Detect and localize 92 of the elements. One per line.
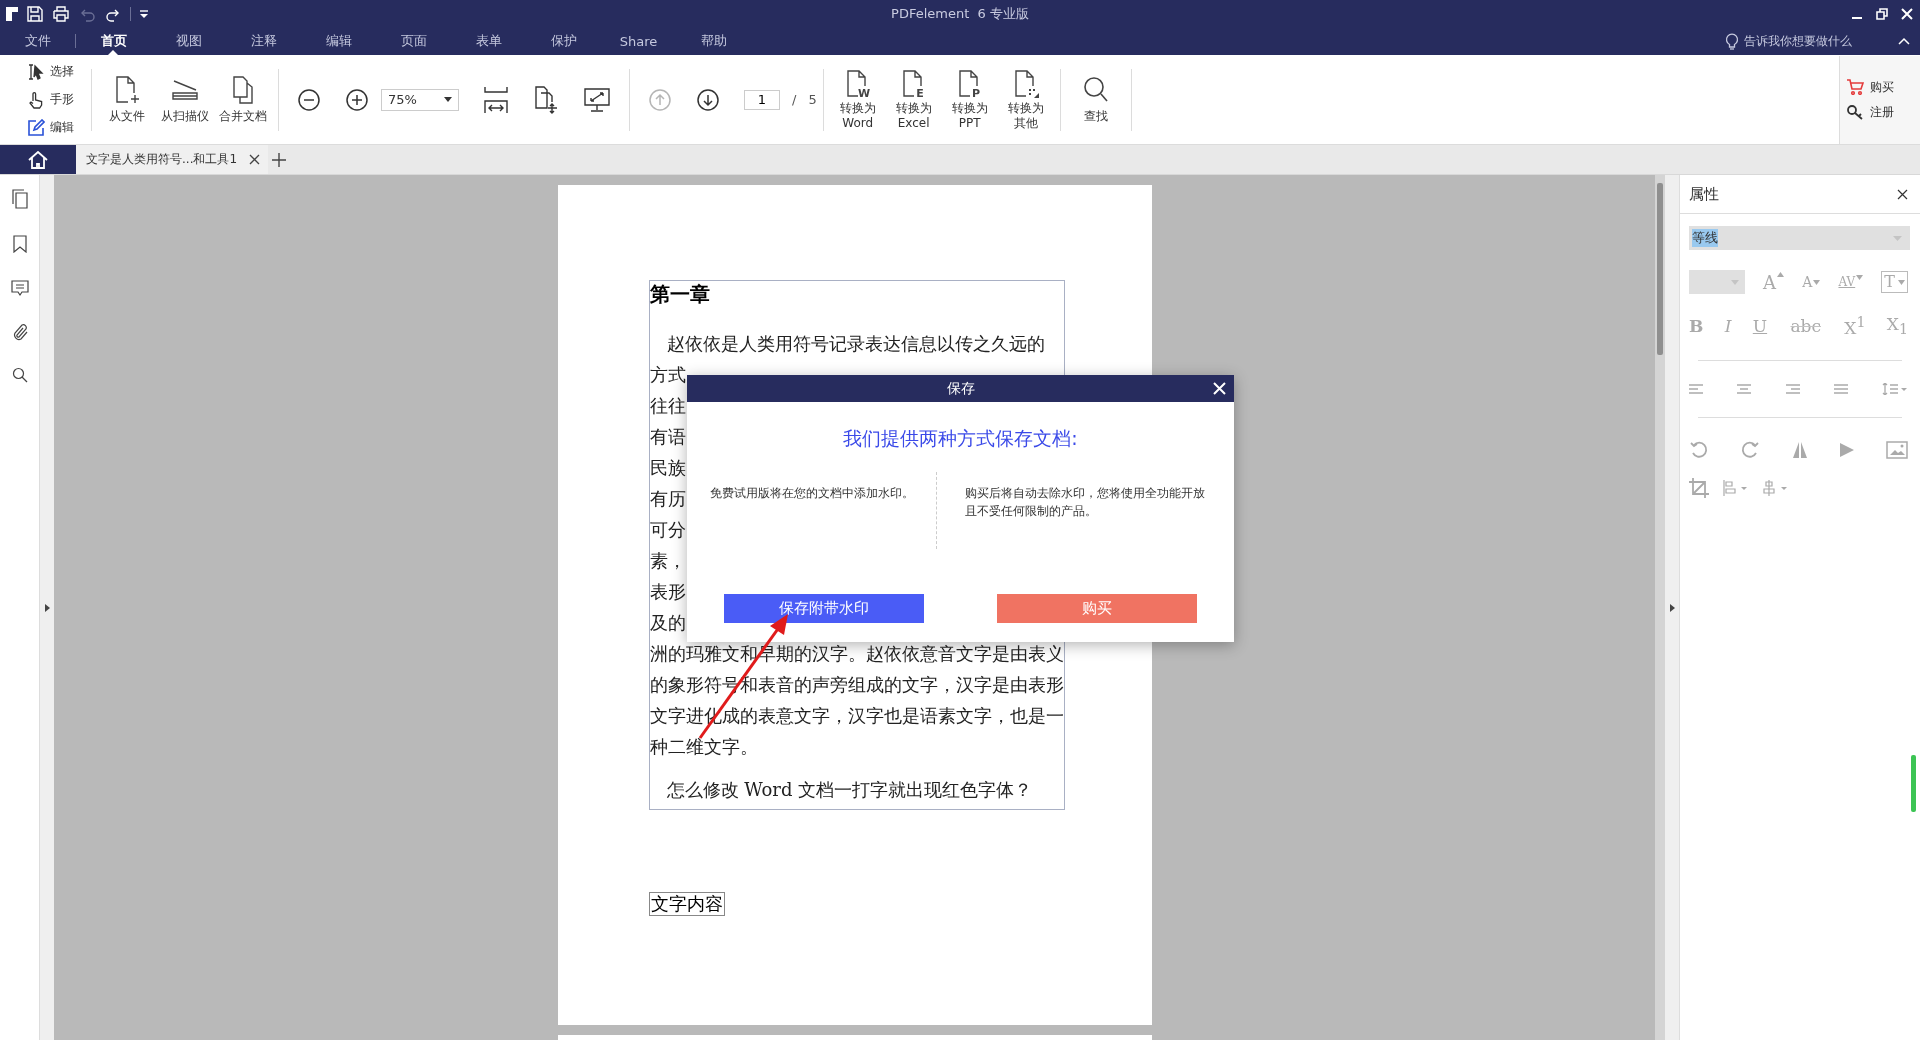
paragraph-line[interactable]: 有历 — [649, 483, 686, 514]
convert-button[interactable]: P 转换为 PPT — [941, 68, 998, 131]
up-triangle-icon — [1777, 271, 1785, 277]
find-button[interactable]: 查找 — [1066, 74, 1125, 125]
edit-tool-button[interactable]: 编辑 — [27, 115, 85, 140]
tell-me-search[interactable]: 告诉我你想要做什么 — [1744, 32, 1852, 50]
convert-button[interactable]: W 转换为 Word — [829, 68, 886, 131]
comment-icon[interactable] — [10, 279, 29, 297]
close-icon[interactable] — [249, 154, 261, 165]
two-pages-icon — [230, 74, 256, 105]
option-description: 购买后将自动去除水印，您将使用全功能开放且不受任何限制的产品。 — [965, 485, 1206, 520]
zoom-in-icon[interactable] — [345, 87, 369, 112]
restore-icon[interactable] — [1875, 6, 1889, 21]
question-line[interactable]: 怎么修改 Word 文档一打字就出现红色字体？ — [666, 774, 1033, 805]
page-move-icon[interactable] — [533, 84, 559, 115]
print-icon[interactable] — [52, 4, 70, 23]
collapse-arrow-icon[interactable] — [1669, 603, 1675, 612]
document-icon — [1012, 68, 1039, 99]
paragraph-line[interactable]: 可分 — [649, 514, 686, 545]
menu-tab[interactable]: 页面 — [376, 27, 451, 55]
caret-icon — [1893, 235, 1902, 241]
save-with-watermark-button[interactable]: 保存附带水印 — [723, 594, 924, 623]
paragraph-line[interactable]: 表形 — [649, 576, 686, 607]
fullscreen-monitor-icon[interactable] — [583, 85, 611, 114]
paragraph-line[interactable]: 素， — [649, 545, 686, 576]
caret-icon — [1897, 279, 1905, 285]
pages-icon[interactable] — [11, 189, 28, 209]
buy-button[interactable]: 购买 — [1846, 78, 1920, 96]
hand-icon — [27, 90, 45, 109]
convert-button[interactable]: E 转换为 Excel — [885, 68, 942, 131]
customize-caret-icon[interactable] — [139, 8, 149, 19]
home-tab[interactable] — [0, 145, 76, 174]
panel-title: 属性 — [1689, 184, 1719, 204]
paragraph-line[interactable]: 有语 — [649, 421, 686, 452]
page-separator: / — [792, 92, 797, 107]
select-tool-button[interactable]: 选择 — [27, 59, 85, 84]
dialog-title: 保存 — [946, 379, 975, 398]
page-number-field[interactable]: 1 — [744, 89, 780, 110]
zoom-out-icon[interactable] — [297, 87, 321, 112]
new-page-icon — [114, 74, 140, 105]
expand-arrow-icon[interactable] — [44, 603, 50, 612]
menu-tab[interactable]: 首页 — [76, 27, 151, 55]
zoom-dropdown[interactable]: 75% — [381, 88, 459, 111]
paperclip-icon[interactable] — [11, 323, 28, 341]
register-button[interactable]: 注册 — [1846, 103, 1920, 121]
select-cursor-icon — [27, 62, 45, 81]
menu-tab[interactable]: 编辑 — [301, 27, 376, 55]
menu-tab[interactable]: 保护 — [526, 27, 601, 55]
key-icon — [1846, 104, 1864, 120]
menu-tab[interactable]: 帮助 — [676, 27, 751, 55]
save-icon[interactable] — [26, 4, 44, 23]
menu-tab[interactable]: Share — [601, 27, 676, 55]
paragraph-line[interactable]: 民族 — [649, 452, 686, 483]
paragraph-line[interactable]: 赵依依是人类用符号记录表达信息以传之久远的 — [666, 328, 1045, 359]
caret-icon — [444, 97, 452, 102]
convert-button[interactable]: 转换为 其他 — [997, 68, 1054, 131]
scroll-indicator — [1911, 755, 1916, 812]
option-description: 免费试用版将在您的文档中添加水印。 — [709, 485, 914, 502]
text-frame[interactable]: 文字内容 — [648, 892, 725, 916]
caret-icon — [1813, 279, 1821, 285]
caret-icon — [1856, 275, 1864, 280]
menu-tab[interactable]: 文件 — [0, 27, 75, 55]
fit-width-icon[interactable] — [483, 84, 509, 115]
paragraph-line[interactable]: 及的 — [649, 607, 686, 638]
collapse-ribbon-icon[interactable] — [1898, 37, 1910, 45]
cart-icon — [1846, 79, 1864, 95]
hand-tool-button[interactable]: 手形 — [27, 87, 85, 112]
dialog-heading: 我们提供两种方式保存文档: — [843, 426, 1078, 451]
paragraph-line[interactable]: 方式 — [649, 359, 686, 390]
scrollbar[interactable] — [1655, 175, 1665, 1040]
scrollbar-thumb[interactable] — [1657, 183, 1663, 355]
caret-icon — [1731, 279, 1739, 285]
combine-button[interactable]: 合并文档 — [214, 74, 272, 125]
menu-tab[interactable]: 视图 — [151, 27, 226, 55]
next-page-icon[interactable] — [696, 87, 720, 112]
document-tab[interactable]: 文字是人类用符号...和工具1 — [76, 145, 269, 174]
search-icon[interactable] — [11, 367, 28, 383]
lightbulb-icon — [1725, 32, 1739, 50]
chapter-heading[interactable]: 第一章 — [649, 281, 710, 307]
from-file-button[interactable]: 从文件 — [98, 74, 156, 125]
menu-tab[interactable]: 表单 — [451, 27, 526, 55]
from-scanner-button[interactable]: 从扫描仪 — [156, 74, 214, 125]
window-title: PDFelement 6 专业版 — [891, 4, 1029, 23]
new-tab-icon[interactable] — [272, 152, 287, 167]
paragraph-line[interactable]: 往往 — [649, 390, 686, 421]
edit-icon — [27, 118, 45, 137]
menu-tab[interactable]: 注释 — [226, 27, 301, 55]
bookmark-icon[interactable] — [12, 235, 27, 253]
paragraph-line[interactable]: 种二维文字。 — [649, 731, 758, 762]
page-count: 5 — [808, 92, 817, 107]
home-icon — [28, 150, 48, 169]
app-logo-icon — [6, 6, 18, 21]
